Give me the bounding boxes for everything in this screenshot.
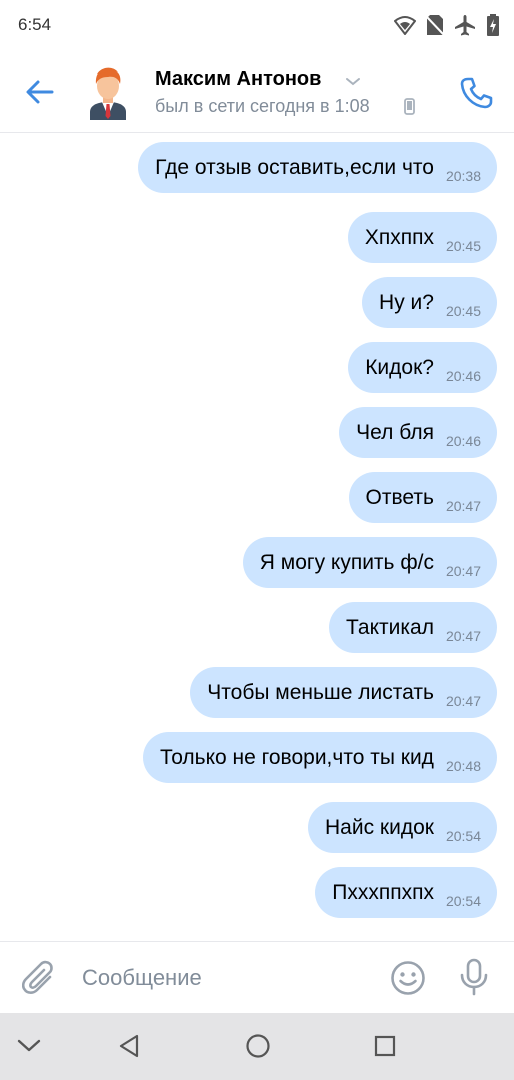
contact-name[interactable]: Максим Антонов bbox=[155, 68, 321, 91]
message-time: 20:45 bbox=[445, 237, 481, 254]
message-time: 20:46 bbox=[445, 367, 481, 384]
no-sim-icon bbox=[426, 14, 444, 36]
message-bubble[interactable]: Хпхппх 20:45 bbox=[347, 212, 497, 263]
message-text: Пхххппхпх bbox=[332, 880, 434, 904]
message-bubble[interactable]: Только не говори,что ты кид 20:48 bbox=[143, 732, 497, 783]
message-bubble[interactable]: Кидок? 20:46 bbox=[348, 342, 497, 393]
message-time: 20:47 bbox=[445, 497, 481, 514]
paperclip-icon[interactable] bbox=[21, 960, 56, 1001]
message-text: Хпхппх bbox=[364, 225, 434, 249]
chat-header: Максим Антонов был в сети сегодня в 1:08 bbox=[0, 52, 514, 133]
message-text: Ну и? bbox=[379, 290, 434, 314]
mobile-phone-icon bbox=[404, 98, 415, 120]
home-circle-icon[interactable] bbox=[245, 1033, 271, 1064]
message-bubble[interactable]: Чел бля 20:46 bbox=[339, 407, 497, 458]
message-text: Ответь bbox=[365, 485, 434, 509]
message-bubble[interactable]: Найс кидок 20:54 bbox=[308, 802, 497, 853]
contact-status: был в сети сегодня в 1:08 bbox=[155, 96, 370, 116]
wifi-icon bbox=[394, 15, 416, 35]
microphone-icon[interactable] bbox=[458, 958, 490, 1001]
message-time: 20:46 bbox=[445, 432, 481, 449]
message-bubble[interactable]: Где отзыв оставить,если что 20:38 bbox=[138, 142, 497, 193]
status-bar: 6:54 bbox=[0, 0, 514, 52]
message-time: 20:54 bbox=[445, 827, 481, 844]
status-icons bbox=[394, 14, 500, 36]
message-time: 20:38 bbox=[445, 167, 481, 184]
status-time: 6:54 bbox=[18, 15, 52, 34]
message-time: 20:48 bbox=[445, 757, 481, 774]
message-text: Найс кидок bbox=[325, 815, 434, 839]
avatar[interactable] bbox=[84, 64, 132, 120]
back-triangle-icon[interactable] bbox=[118, 1033, 140, 1064]
message-list[interactable]: Где отзыв оставить,если что 20:38 Хпхппх… bbox=[0, 133, 514, 941]
message-bubble[interactable]: Чтобы меньше листать 20:47 bbox=[190, 667, 497, 718]
message-time: 20:45 bbox=[445, 302, 481, 319]
recents-square-icon[interactable] bbox=[374, 1035, 396, 1062]
hide-keyboard-chevron-icon[interactable] bbox=[16, 1037, 42, 1060]
call-icon bbox=[460, 77, 493, 109]
message-bubble[interactable]: Ответь 20:47 bbox=[348, 472, 497, 523]
emoji-icon[interactable] bbox=[390, 960, 426, 1001]
message-bubble[interactable]: Ну и? 20:45 bbox=[362, 277, 497, 328]
message-bubble[interactable]: Пхххппхпх 20:54 bbox=[315, 867, 497, 918]
message-time: 20:47 bbox=[445, 562, 481, 579]
message-time: 20:47 bbox=[445, 692, 481, 709]
message-text: Чтобы меньше листать bbox=[207, 680, 434, 704]
message-input[interactable] bbox=[82, 960, 372, 996]
chevron-down-icon[interactable] bbox=[345, 74, 361, 92]
message-time: 20:47 bbox=[445, 627, 481, 644]
message-bubble[interactable]: Я могу купить ф/с 20:47 bbox=[242, 537, 497, 588]
back-button[interactable] bbox=[20, 74, 60, 110]
message-text: Я могу купить ф/с bbox=[259, 550, 434, 574]
call-button[interactable] bbox=[456, 74, 496, 112]
back-arrow-icon bbox=[26, 80, 54, 104]
message-text: Чел бля bbox=[356, 420, 434, 444]
airplane-icon bbox=[454, 14, 476, 36]
message-bubble[interactable]: Тактикал 20:47 bbox=[329, 602, 497, 653]
message-text: Только не говори,что ты кид bbox=[160, 745, 434, 769]
battery-icon bbox=[486, 14, 500, 36]
message-text: Тактикал bbox=[346, 615, 434, 639]
message-text: Где отзыв оставить,если что bbox=[155, 155, 434, 179]
message-composer bbox=[0, 941, 514, 1014]
system-nav-bar bbox=[0, 1013, 514, 1080]
message-text: Кидок? bbox=[365, 355, 434, 379]
message-time: 20:54 bbox=[445, 892, 481, 909]
